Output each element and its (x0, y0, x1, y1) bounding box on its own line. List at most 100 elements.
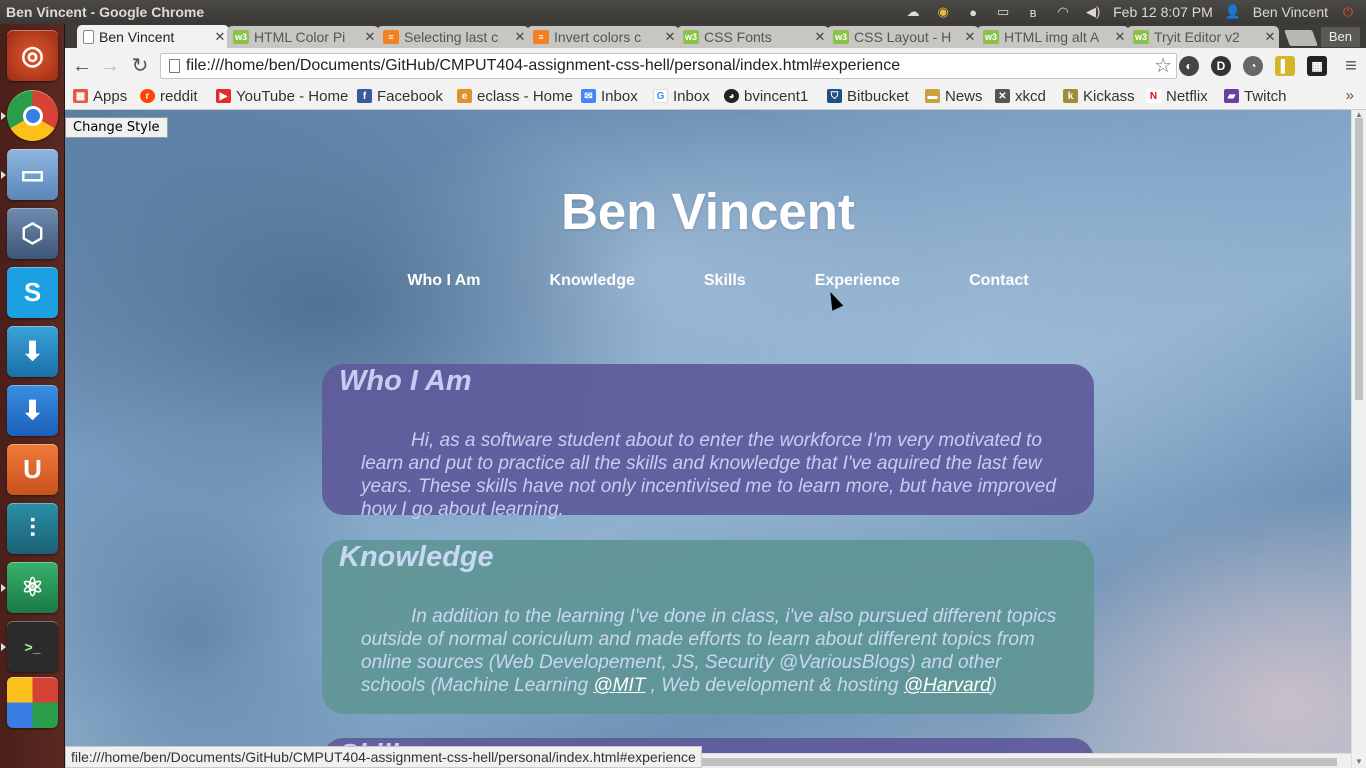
site-name-heading: Ben Vincent (561, 183, 855, 240)
extension-1-icon[interactable]: ◐ (1179, 56, 1199, 76)
mit-link[interactable]: @MIT (593, 675, 645, 696)
link-status-bubble: file:///home/ben/Documents/GitHub/CMPUT4… (65, 746, 702, 768)
who-i-am-section: Who I Am Hi, as a software student about… (322, 364, 1094, 520)
system-tray: ☁ ◉ ● ▭ ʙ ◠ ◀) Feb 12 8:07 PM 👤 Ben Vinc… (903, 0, 1358, 24)
bookmark-xkcd[interactable]: ✕ xkcd (995, 86, 1046, 106)
w3-icon: w3 (983, 30, 999, 44)
knowledge-section: Knowledge In addition to the learning I'… (322, 540, 1094, 714)
eclass-icon: e (457, 89, 472, 103)
extension-5-icon[interactable]: ▦ (1307, 56, 1327, 76)
ubuntu-dash-icon[interactable]: ◎ (7, 30, 58, 81)
nav-link-contact[interactable]: Contact (969, 272, 1029, 290)
chat-bubble-icon[interactable]: ● (963, 4, 983, 20)
tab-label: Invert colors c (554, 29, 642, 45)
bookmark-label: eclass - Home (477, 87, 573, 105)
tab-tryit-editor[interactable]: w3 Tryit Editor v2 ✕ (1127, 26, 1279, 48)
nav-link-knowledge[interactable]: Knowledge (550, 272, 635, 290)
cloud-sync-icon[interactable]: ☁ (903, 4, 923, 20)
tab-selecting-last[interactable]: ≡ Selecting last c ✕ (377, 26, 529, 48)
ubuntu-software-icon[interactable]: U (7, 444, 58, 495)
tab-invert-colors[interactable]: ≡ Invert colors c ✕ (527, 26, 679, 48)
ghostery-icon[interactable]: ◔ (1243, 56, 1263, 76)
bookmark-eclass[interactable]: e eclass - Home (457, 86, 573, 106)
tab-label: CSS Layout - H (854, 29, 952, 45)
tab-label: CSS Fonts (704, 29, 772, 45)
bookmark-kickass[interactable]: k Kickass (1063, 86, 1135, 106)
kickass-icon: k (1063, 89, 1078, 103)
forward-arrow-icon[interactable]: → (98, 54, 122, 78)
battery-icon[interactable]: ▭ (993, 4, 1013, 20)
tab-html-color-picker[interactable]: w3 HTML Color Pi ✕ (227, 26, 379, 48)
clock[interactable]: Feb 12 8:07 PM (1113, 4, 1213, 20)
skype-icon[interactable]: S (7, 267, 58, 318)
chrome-tray-icon[interactable]: ◉ (933, 4, 953, 20)
back-arrow-icon[interactable]: ← (70, 54, 94, 78)
vertical-scrollbar[interactable]: ▲ ▼ (1351, 110, 1366, 768)
bookmark-facebook[interactable]: f Facebook (357, 86, 443, 106)
workspace-switcher-icon[interactable] (7, 677, 58, 728)
document-icon (83, 30, 94, 44)
tab-css-layout[interactable]: w3 CSS Layout - H ✕ (827, 26, 979, 48)
bookmarks-bar: ▦ Apps r reddit ▶ YouTube - Home f Facebook … (65, 84, 1366, 110)
tab-label: Tryit Editor v2 (1154, 29, 1240, 45)
files-icon[interactable]: ▭ (7, 149, 58, 200)
bluetooth-icon[interactable]: ʙ (1023, 4, 1043, 20)
bookmark-bitbucket[interactable]: ⛉ Bitbucket (827, 86, 909, 106)
close-icon[interactable]: ✕ (1261, 29, 1279, 45)
bookmark-reddit[interactable]: r reddit (140, 86, 198, 106)
wifi-icon[interactable]: ◠ (1053, 4, 1073, 20)
bookmark-apps[interactable]: ▦ Apps (73, 86, 127, 106)
bookmark-label: Inbox (601, 87, 638, 105)
tab-ben-vincent[interactable]: Ben Vincent ✕ (77, 25, 229, 49)
reload-icon[interactable]: ↻ (128, 54, 152, 78)
bookmark-label: News (945, 87, 983, 105)
nav-link-skills[interactable]: Skills (704, 272, 746, 290)
volume-icon[interactable]: ◀) (1083, 4, 1103, 20)
bookmark-label: YouTube - Home (236, 87, 349, 105)
chrome-launcher-icon[interactable] (7, 90, 58, 141)
nav-link-experience[interactable]: Experience (815, 272, 900, 290)
scrollbar-thumb[interactable] (1355, 118, 1363, 400)
profile-button[interactable]: Ben (1320, 27, 1360, 47)
extension-4-icon[interactable]: ▌ (1275, 56, 1295, 76)
bookmark-label: Inbox (673, 87, 710, 105)
bookmark-github[interactable]: ◕ bvincent1 (724, 86, 808, 106)
body-text: ) (990, 675, 997, 696)
atom-editor-icon[interactable]: ⚛ (7, 562, 58, 613)
tab-strip: Ben Vincent ✕ w3 HTML Color Pi ✕ ≡ Selec… (65, 24, 1366, 49)
tab-label: Selecting last c (404, 29, 499, 45)
stackoverflow-icon: ≡ (533, 30, 549, 44)
mixer-settings-icon[interactable]: ⫶ (7, 503, 58, 554)
downloads-icon[interactable]: ⬇ (7, 326, 58, 377)
terminal-icon[interactable]: >_ (7, 621, 58, 672)
bookmark-youtube[interactable]: ▶ YouTube - Home (216, 86, 348, 106)
nav-link-who-i-am[interactable]: Who I Am (407, 272, 480, 290)
page-icon (169, 59, 180, 73)
software-updater-icon[interactable]: ⬇ (7, 385, 58, 436)
bookmark-inbox-mail[interactable]: ✉ Inbox (581, 86, 638, 106)
new-tab-button[interactable] (1284, 30, 1318, 46)
address-bar[interactable]: file:///home/ben/Documents/GitHub/CMPUT4… (160, 53, 1177, 79)
bookmark-news[interactable]: ▬ News (925, 86, 983, 106)
url-text[interactable]: file:///home/ben/Documents/GitHub/CMPUT4… (186, 57, 900, 75)
scroll-down-icon[interactable]: ▼ (1355, 757, 1363, 766)
bookmark-netflix[interactable]: N Netflix (1146, 86, 1208, 106)
virtualbox-icon[interactable]: ⬡ (7, 208, 58, 259)
apps-grid-icon: ▦ (73, 89, 88, 103)
bookmark-label: Kickass (1083, 87, 1135, 105)
extension-2-icon[interactable]: D (1211, 56, 1231, 76)
menu-icon[interactable]: ≡ (1339, 54, 1363, 78)
bookmark-star-icon[interactable]: ☆ (1154, 54, 1172, 78)
tab-css-fonts[interactable]: w3 CSS Fonts ✕ (677, 26, 829, 48)
change-style-button[interactable]: Change Style (65, 117, 168, 138)
bookmark-label: Facebook (377, 87, 443, 105)
bookmark-inbox-google[interactable]: G Inbox (653, 86, 710, 106)
harvard-link[interactable]: @Harvard (904, 675, 991, 696)
bookmarks-overflow-icon[interactable]: » (1346, 87, 1354, 104)
user-menu[interactable]: Ben Vincent (1253, 4, 1328, 20)
w3-icon: w3 (233, 30, 249, 44)
tab-html-img-alt[interactable]: w3 HTML img alt A ✕ (977, 26, 1129, 48)
browser-toolbar: ← → ↻ file:///home/ben/Documents/GitHub/… (65, 48, 1366, 84)
bookmark-twitch[interactable]: ▰ Twitch (1224, 86, 1287, 106)
power-icon[interactable]: ⏻ (1338, 4, 1358, 20)
